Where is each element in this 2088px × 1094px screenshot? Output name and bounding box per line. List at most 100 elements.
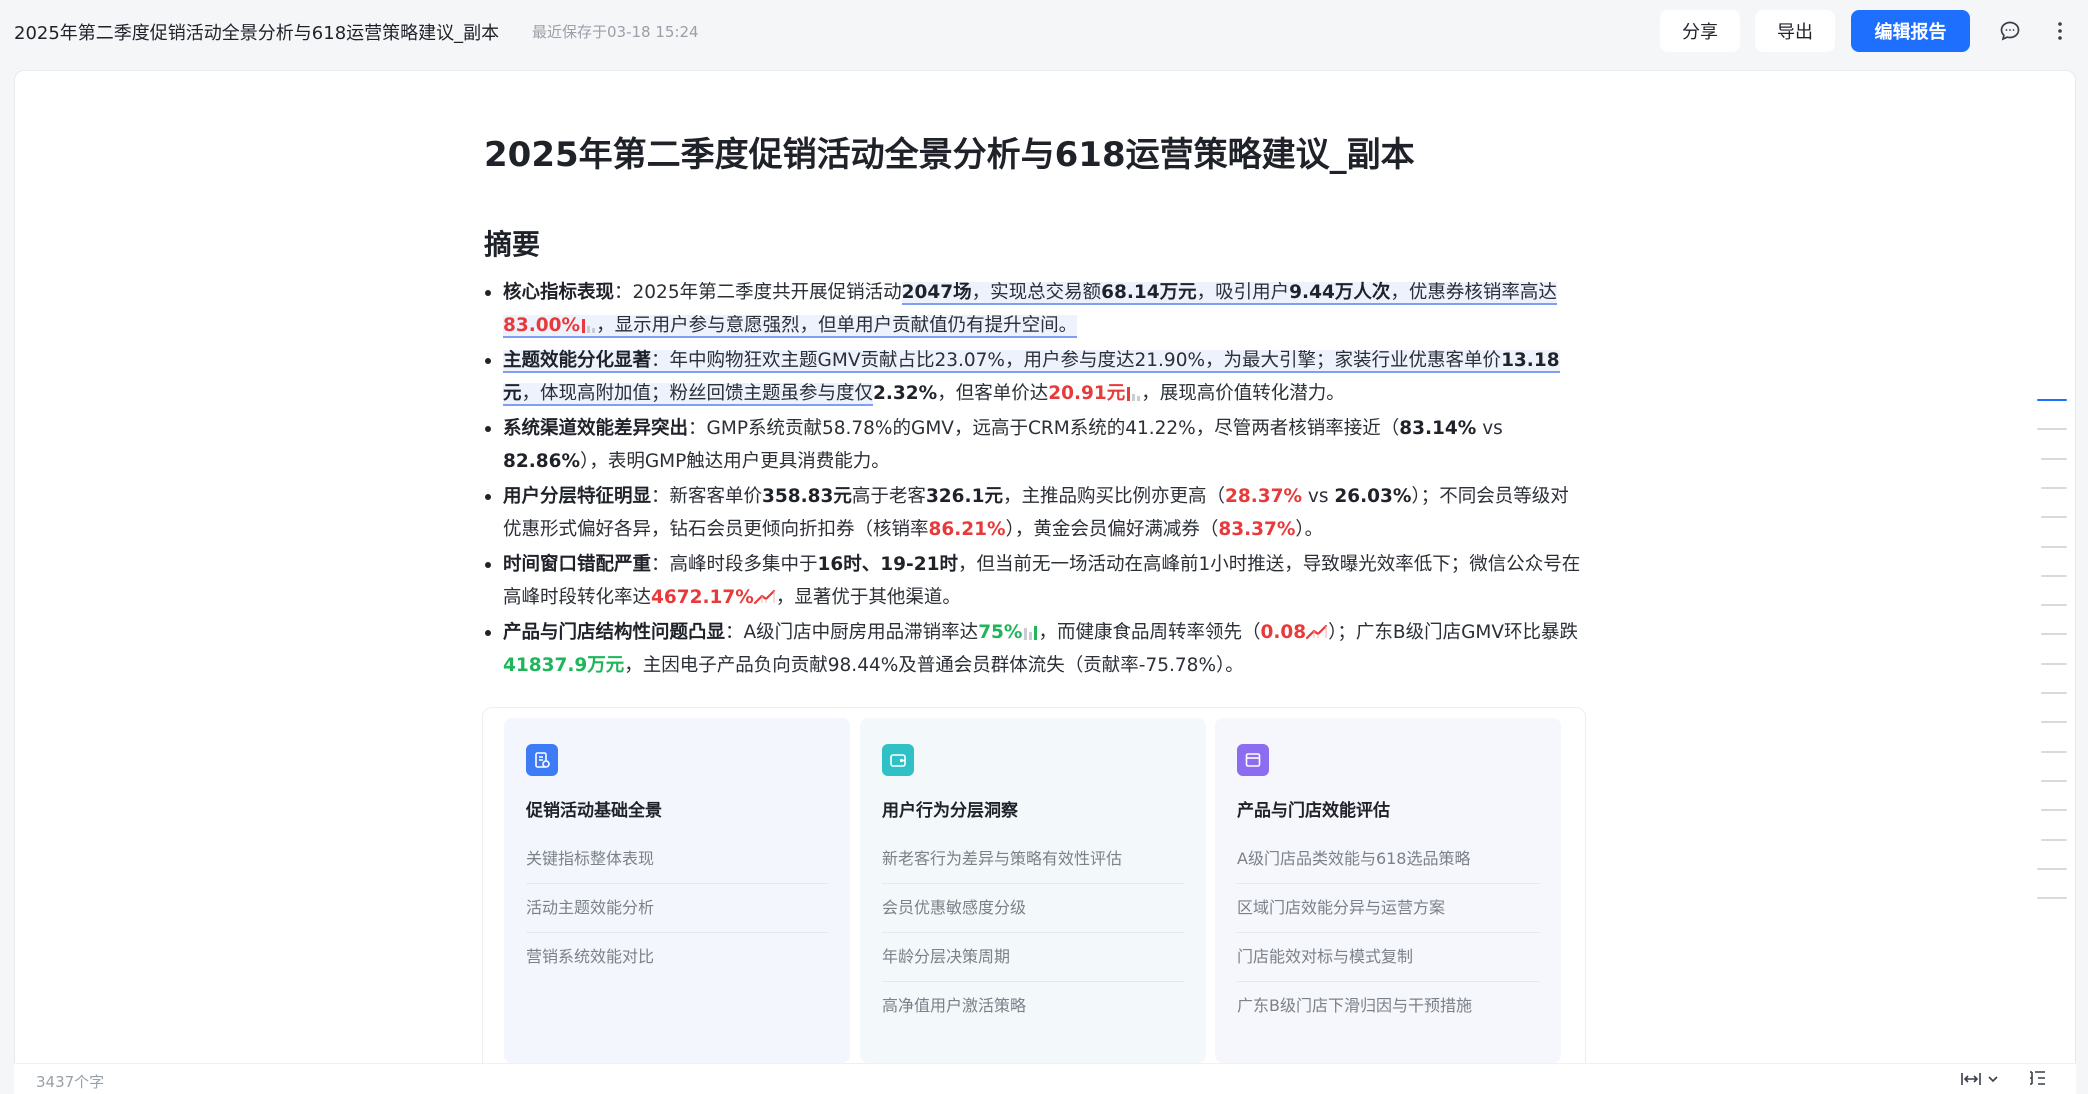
summary-value-highlight: 83.37%	[1218, 519, 1296, 540]
comment-icon[interactable]	[1997, 18, 2023, 44]
summary-text: ）。	[1295, 519, 1324, 540]
section-heading-summary: 摘要	[484, 228, 541, 261]
summary-value-highlight: 86.21%	[928, 519, 1006, 540]
page-title: 2025年第二季度促销活动全景分析与618运营策略建议_副本	[484, 135, 1415, 175]
share-button[interactable]: 分享	[1660, 10, 1740, 52]
summary-text: ：新客客单价	[651, 486, 763, 507]
summary-item-core-metrics[interactable]: 核心指标表现：2025年第二季度共开展促销活动2047场，实现总交易额68.14…	[484, 276, 1584, 342]
summary-value-highlight: 20.91元	[1048, 383, 1126, 404]
summary-text: ，实现总交易额	[971, 282, 1102, 303]
outline-mark[interactable]	[2041, 809, 2067, 812]
module-card-item[interactable]: 关键指标整体表现	[526, 835, 828, 884]
summary-text: ，体现高附加值；粉丝回馈主题虽参与度仅	[521, 383, 874, 404]
outline-mark[interactable]	[2041, 574, 2067, 577]
module-card-item[interactable]: 年龄分层决策周期	[882, 933, 1184, 982]
summary-text: ：A级门店中厨房用品滞销率达	[725, 622, 979, 643]
summary-item-channel-efficiency[interactable]: 系统渠道效能差异突出：GMP系统贡献58.78%的GMV，远高于CRM系统的41…	[484, 412, 1584, 478]
summary-text: ，显示用户参与意愿强烈，但单用户贡献值仍有提升空间。	[596, 315, 1078, 336]
summary-text: ），黄金会员偏好满减券（	[1005, 519, 1219, 540]
module-card-title: 产品与门店效能评估	[1237, 801, 1390, 821]
outline-mark[interactable]	[2037, 399, 2067, 401]
summary-value: 2.32%	[873, 383, 938, 404]
outline-mark[interactable]	[2037, 867, 2067, 870]
trend-up-icon	[1306, 624, 1328, 640]
summary-value-highlight: 41837.9万元	[503, 655, 625, 676]
outline-mark[interactable]	[2041, 692, 2067, 694]
summary-text: ，但客单价达	[937, 383, 1049, 404]
summary-text: ：GMP系统贡献58.78%的GMV，远高于CRM系统的41.22%，尽管两者核…	[688, 418, 1400, 439]
module-card-promotion[interactable]: 促销活动基础全景 关键指标整体表现 活动主题效能分析 营销系统效能对比	[504, 718, 850, 1063]
module-card-title: 用户行为分层洞察	[882, 801, 1018, 821]
summary-item-label: 系统渠道效能差异突出	[503, 418, 689, 439]
summary-value: 83.14%	[1399, 418, 1477, 439]
outline-mark[interactable]	[2041, 779, 2067, 782]
module-card-product-store[interactable]: 产品与门店效能评估 A级门店品类效能与618选品策略 区域门店效能分异与运营方案…	[1215, 718, 1561, 1063]
save-status: 最近保存于03-18 15:24	[532, 23, 699, 41]
bar-chart-icon	[582, 319, 596, 333]
summary-text: ）；广东B级门店GMV环比暴跌	[1328, 622, 1579, 643]
summary-value-highlight: 75%	[978, 622, 1023, 643]
summary-item-product-store[interactable]: 产品与门店结构性问题凸显：A级门店中厨房用品滞销率达75% ，而健康食品周转率领先…	[484, 616, 1584, 682]
fit-width-icon	[1961, 1073, 1981, 1085]
module-card-user-behavior[interactable]: 用户行为分层洞察 新老客行为差异与策略有效性评估 会员优惠敏感度分级 年龄分层决…	[860, 718, 1206, 1063]
summary-value: 26.03%	[1334, 486, 1412, 507]
module-card-item[interactable]: 新老客行为差异与策略有效性评估	[882, 835, 1184, 884]
summary-text: vs	[1476, 418, 1503, 439]
summary-text: ，主推品购买比例亦更高（	[1002, 486, 1225, 507]
summary-value-highlight: 0.08	[1260, 622, 1307, 643]
window-icon	[1237, 744, 1269, 776]
outline-mark[interactable]	[2037, 428, 2067, 431]
bar-chart-icon	[1024, 626, 1038, 640]
summary-item-time-window[interactable]: 时间窗口错配严重：高峰时段多集中于16时、19-21时，但当前无一场活动在高峰前…	[484, 548, 1584, 614]
module-card-title: 促销活动基础全景	[526, 801, 662, 821]
word-count: 3437个字	[36, 1073, 105, 1091]
module-card-item[interactable]: 门店能效对标与模式复制	[1237, 933, 1539, 982]
chevron-down-icon	[1988, 1076, 1998, 1083]
summary-value-highlight: 28.37%	[1224, 486, 1303, 507]
export-button[interactable]: 导出	[1755, 10, 1835, 52]
summary-text: ，展现高价值转化潜力。	[1141, 383, 1345, 404]
report-modules: 促销活动基础全景 关键指标整体表现 活动主题效能分析 营销系统效能对比 用户行为…	[482, 707, 1586, 1093]
summary-item-theme-efficiency[interactable]: 主题效能分化显著：年中购物狂欢主题GMV贡献占比23.07%，用户参与度达21.…	[484, 344, 1584, 410]
outline-mark[interactable]	[2041, 604, 2067, 607]
outline-mark[interactable]	[2041, 750, 2067, 753]
summary-item-label: 产品与门店结构性问题凸显	[503, 622, 726, 643]
edit-report-button[interactable]: 编辑报告	[1851, 10, 1970, 52]
summary-value: 9.44万人次	[1289, 282, 1391, 303]
more-icon[interactable]	[2047, 18, 2073, 44]
outline-mark[interactable]	[2041, 721, 2067, 724]
document-icon	[526, 744, 558, 776]
module-card-item[interactable]: 营销系统效能对比	[526, 933, 828, 982]
module-card-item[interactable]: 活动主题效能分析	[526, 884, 828, 933]
page-width-toggle[interactable]	[1960, 1069, 2004, 1089]
summary-value: 68.14万元	[1101, 282, 1197, 303]
summary-item-label: 时间窗口错配严重	[503, 554, 652, 575]
outline-mark[interactable]	[2041, 545, 2067, 548]
bar-chart-icon	[1127, 387, 1141, 401]
outline-icon[interactable]	[2027, 1069, 2049, 1089]
summary-text: ：年中购物狂欢主题GMV贡献占比23.07%，用户参与度达21.90%，为最大引…	[651, 350, 1502, 371]
outline-mark[interactable]	[2041, 516, 2067, 519]
summary-text: ，主因电子产品负向贡献98.44%及普通会员群体流失（贡献率-75.78%）。	[624, 655, 1244, 676]
summary-value-highlight: 83.00%	[503, 315, 581, 336]
module-card-item[interactable]: A级门店品类效能与618选品策略	[1237, 835, 1539, 884]
module-card-item[interactable]: 高净值用户激活策略	[882, 982, 1184, 1031]
summary-text: ），表明GMP触达用户更具消费能力。	[580, 451, 890, 472]
outline-mark[interactable]	[2041, 633, 2067, 636]
summary-value: 82.86%	[503, 451, 581, 472]
summary-text: ，优惠券核销率高达	[1390, 282, 1557, 303]
summary-item-user-segments[interactable]: 用户分层特征明显：新客客单价358.83元高于老客326.1元，主推品购买比例亦…	[484, 480, 1584, 546]
outline-mark[interactable]	[2037, 897, 2067, 900]
module-card-item[interactable]: 区域门店效能分异与运营方案	[1237, 884, 1539, 933]
summary-value: 358.83元	[762, 486, 852, 507]
document-page: 2025年第二季度促销活动全景分析与618运营策略建议_副本 摘要 核心指标表现…	[14, 70, 2076, 1094]
trend-up-icon	[753, 589, 775, 605]
outline-mark[interactable]	[2041, 486, 2067, 489]
module-card-item[interactable]: 会员优惠敏感度分级	[882, 884, 1184, 933]
summary-item-label: 核心指标表现	[503, 282, 615, 303]
status-bar: 3437个字	[14, 1063, 2076, 1094]
outline-mark[interactable]	[2041, 838, 2067, 841]
module-card-item[interactable]: 广东B级门店下滑归因与干预措施	[1237, 982, 1539, 1031]
outline-mark[interactable]	[2041, 457, 2067, 460]
outline-mark[interactable]	[2041, 662, 2067, 665]
